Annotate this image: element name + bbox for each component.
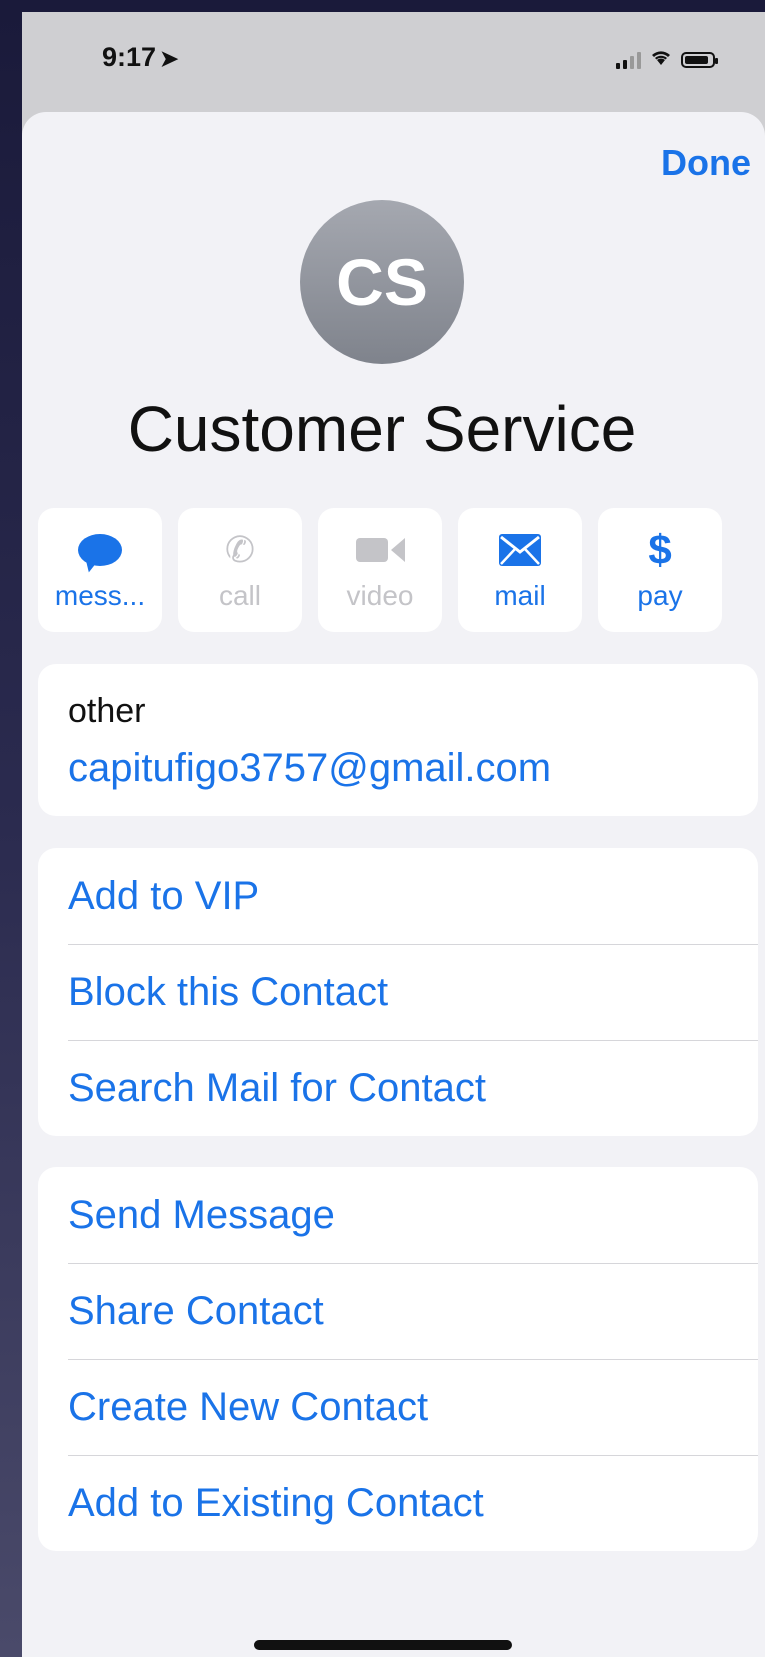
pay-action-button[interactable]: $ pay: [598, 508, 722, 632]
message-action-button[interactable]: mess...: [38, 508, 162, 632]
add-to-existing-contact-button[interactable]: Add to Existing Contact: [38, 1455, 758, 1551]
call-action-button[interactable]: ✆ call: [178, 508, 302, 632]
contact-sheet: Done CS Customer Service mess... ✆ call …: [22, 112, 765, 1657]
phone-screen: 9:17 ➤ Done CS Customer Service mess... ✆: [22, 12, 765, 1657]
phone-icon: ✆: [224, 529, 256, 570]
location-arrow-icon: ➤: [160, 46, 179, 71]
envelope-icon: [499, 528, 541, 572]
video-action-button[interactable]: video: [318, 508, 442, 632]
dollar-icon: $: [648, 526, 672, 573]
pay-action-label: pay: [637, 580, 683, 611]
send-message-button[interactable]: Send Message: [38, 1167, 758, 1263]
email-address-link[interactable]: capitufigo3757@gmail.com: [68, 746, 551, 791]
contact-options-list: Add to VIP Block this Contact Search Mai…: [38, 848, 758, 1136]
status-icons: [616, 48, 718, 72]
time-text: 9:17: [102, 42, 157, 72]
message-action-label: mess...: [54, 580, 146, 611]
done-button[interactable]: Done: [661, 142, 751, 184]
email-label: other: [68, 692, 146, 730]
wifi-icon: [649, 48, 673, 72]
avatar-initials: CS: [336, 245, 428, 319]
home-indicator[interactable]: [254, 1640, 512, 1650]
battery-icon: [681, 52, 718, 68]
mail-action-label: mail: [494, 580, 546, 611]
status-bar: 9:17 ➤: [22, 12, 765, 112]
video-camera-icon: [355, 528, 405, 572]
add-to-vip-button[interactable]: Add to VIP: [38, 848, 758, 944]
create-new-contact-button[interactable]: Create New Contact: [38, 1359, 758, 1455]
contact-actions-list: Send Message Share Contact Create New Co…: [38, 1167, 758, 1551]
message-bubble-icon: [78, 528, 122, 572]
cellular-signal-icon: [616, 51, 641, 69]
mail-action-button[interactable]: mail: [458, 508, 582, 632]
search-mail-button[interactable]: Search Mail for Contact: [38, 1040, 758, 1136]
status-time: 9:17 ➤: [102, 42, 178, 73]
call-action-label: call: [218, 580, 261, 611]
contact-name: Customer Service: [127, 393, 637, 465]
email-card: other capitufigo3757@gmail.com: [38, 664, 758, 816]
video-action-label: video: [346, 580, 414, 611]
quick-actions: mess... ✆ call video mail $ pay: [38, 508, 722, 632]
block-contact-button[interactable]: Block this Contact: [38, 944, 758, 1040]
share-contact-button[interactable]: Share Contact: [38, 1263, 758, 1359]
avatar: CS: [300, 200, 464, 364]
